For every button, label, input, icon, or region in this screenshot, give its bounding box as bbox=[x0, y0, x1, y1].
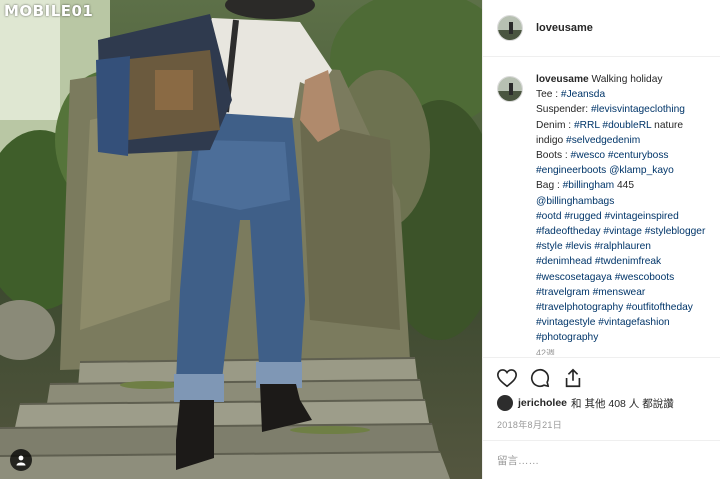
hashtag-link[interactable]: #vintagestyle #vintagefashion bbox=[536, 317, 670, 328]
hashtag-link[interactable]: #billingham bbox=[563, 180, 615, 191]
person-icon bbox=[16, 455, 26, 466]
caption-segment: indigo bbox=[536, 134, 567, 146]
caption-segment: Denim : bbox=[536, 119, 574, 131]
caption-segment: Walking holiday bbox=[591, 74, 663, 85]
caption-line: Tee : #Jeansda bbox=[536, 87, 720, 102]
post-photo[interactable]: MOBILE01 bbox=[0, 0, 482, 479]
avatar-image bbox=[498, 16, 522, 40]
liker-username[interactable]: jericholee bbox=[518, 397, 567, 409]
caption-line: indigo #selvedgedenim bbox=[536, 133, 720, 148]
hashtag-link[interactable]: #levisvintageclothing bbox=[591, 104, 685, 115]
tagged-users-button[interactable] bbox=[10, 449, 32, 471]
hashtag-link[interactable]: #photography bbox=[536, 332, 598, 343]
hashtag-link[interactable]: @billinghambags bbox=[536, 196, 614, 207]
caption-overflow-text: 42週 bbox=[536, 349, 556, 355]
caption-line: #engineerboots @klamp_kayo bbox=[536, 163, 720, 178]
hashtag-link[interactable]: #wescosetagaya #wescoboots bbox=[536, 272, 674, 283]
hashtag-link[interactable]: #Jeansda bbox=[561, 89, 605, 100]
caption-line: Denim : #RRL #doubleRL nature bbox=[536, 118, 720, 133]
caption-line: #wescosetagaya #wescoboots bbox=[536, 270, 720, 285]
caption-line: #photography bbox=[536, 330, 720, 345]
caption-segment: Tee : bbox=[536, 89, 561, 101]
comment-button[interactable] bbox=[528, 366, 552, 390]
liked-by-row: jericholee 和 其他 408 人 都說讚 bbox=[497, 395, 674, 411]
caption-segment: Boots : bbox=[536, 150, 571, 162]
caption-segment: Suspender: bbox=[536, 104, 591, 116]
hashtag-link[interactable]: #fadeoftheday #vintage #styleblogger bbox=[536, 226, 705, 237]
caption-line: #travelgram #menswear bbox=[536, 285, 720, 300]
hashtag-link[interactable]: #RRL #doubleRL bbox=[574, 120, 651, 131]
share-icon bbox=[565, 368, 581, 388]
caption-line: #fadeoftheday #vintage #styleblogger bbox=[536, 224, 720, 239]
hashtag-link[interactable]: #denimhead #twdenimfreak bbox=[536, 256, 661, 267]
share-button[interactable] bbox=[561, 366, 585, 390]
hashtag-link[interactable]: #travelphotography #outfitoftheday bbox=[536, 302, 693, 313]
caption-line: #ootd #rugged #vintageinspired bbox=[536, 209, 720, 224]
caption-line: Suspender: #levisvintageclothing bbox=[536, 102, 720, 117]
comment-input[interactable]: 留言…… bbox=[497, 453, 539, 468]
caption-line: #style #levis #ralphlauren bbox=[536, 239, 720, 254]
caption-line: #travelphotography #outfitoftheday bbox=[536, 300, 720, 315]
photo-scene bbox=[0, 0, 482, 479]
caption-line: #denimhead #twdenimfreak bbox=[536, 254, 720, 269]
hashtag-link[interactable]: #ootd #rugged #vintageinspired bbox=[536, 211, 679, 222]
caption-segment: nature bbox=[651, 119, 684, 131]
caption-line-text: Walking holiday bbox=[592, 74, 663, 85]
likes-count-text[interactable]: 和 其他 408 人 都說讚 bbox=[571, 396, 674, 411]
hashtag-link[interactable]: #travelgram #menswear bbox=[536, 287, 645, 298]
heart-icon bbox=[497, 369, 517, 388]
caption-first-line: loveusame Walking holiday bbox=[536, 72, 720, 87]
liker-avatar bbox=[497, 395, 513, 411]
caption-line: Bag : #billingham 445 bbox=[536, 178, 720, 193]
post-date[interactable]: 2018年8月21日 bbox=[497, 418, 562, 431]
action-bar bbox=[483, 357, 720, 390]
caption-text: loveusame Walking holiday Tee : #Jeansda… bbox=[536, 72, 720, 352]
caption-segment: 445 bbox=[614, 180, 634, 192]
caption-area: loveusame Walking holiday Tee : #Jeansda… bbox=[483, 72, 720, 352]
avatar[interactable] bbox=[497, 15, 523, 41]
hashtag-link[interactable]: #wesco #centuryboss bbox=[571, 150, 669, 161]
caption-username[interactable]: loveusame bbox=[536, 74, 589, 85]
like-button[interactable] bbox=[495, 366, 519, 390]
hashtag-link[interactable]: #style #levis #ralphlauren bbox=[536, 241, 651, 252]
post-header: loveusame bbox=[483, 0, 720, 57]
watermark: MOBILE01 bbox=[4, 2, 94, 20]
hashtag-link[interactable]: #engineerboots @klamp_kayo bbox=[536, 165, 674, 176]
hashtag-link[interactable]: #selvedgedenim bbox=[566, 135, 640, 146]
comment-icon bbox=[530, 368, 550, 388]
caption-avatar[interactable] bbox=[497, 76, 523, 102]
post-author-username[interactable]: loveusame bbox=[536, 22, 593, 34]
caption-line: @billinghambags bbox=[536, 194, 720, 209]
caption-line: Boots : #wesco #centuryboss bbox=[536, 148, 720, 163]
caption-segment: Bag : bbox=[536, 180, 563, 192]
caption-line: #vintagestyle #vintagefashion bbox=[536, 315, 720, 330]
comment-bar: 留言…… bbox=[483, 440, 720, 479]
avatar-image bbox=[498, 77, 522, 101]
post-side-panel: loveusame loveusame Walking holiday Tee … bbox=[482, 0, 720, 479]
